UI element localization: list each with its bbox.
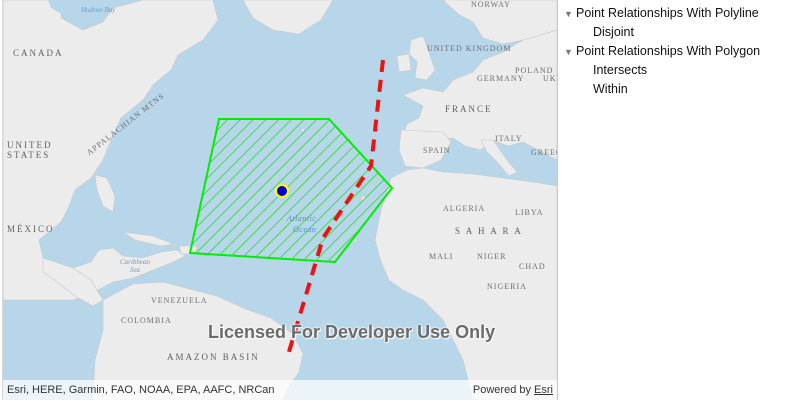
map-label-caribbean: Caribbean Sea	[120, 258, 150, 274]
map-label-sahara: S A H A R A	[455, 226, 523, 236]
expand-arrow-icon[interactable]: ▼	[564, 5, 574, 24]
map-label-spain: SPAIN	[423, 146, 451, 155]
map-label-united: UNITED	[7, 140, 53, 150]
map-label-algeria: ALGERIA	[443, 204, 486, 213]
map-label-norway: NORWAY	[471, 0, 511, 9]
relationship-tree: ▼ Point Relationships With Polyline Disjo…	[564, 4, 790, 99]
tree-leaf-label: Intersects	[593, 63, 648, 77]
map-label-hudson-bay: Hudson Bay	[81, 6, 116, 14]
map-label-canada: CANADA	[13, 48, 64, 58]
map-label-venezuela: VENEZUELA	[151, 296, 208, 305]
map-label-niger: NIGER	[477, 252, 507, 261]
tree-leaf-within[interactable]: Within	[564, 80, 790, 99]
powered-by: Powered by Esri	[473, 384, 553, 396]
powered-by-prefix: Powered by	[472, 384, 535, 396]
developer-watermark: Licensed For Developer Use Only	[208, 322, 496, 342]
map-label-chad: CHAD	[519, 262, 546, 271]
map-label-amazon: AMAZON BASIN	[167, 352, 260, 362]
map-label-libya: LIBYA	[515, 208, 544, 217]
map-label-germany: GERMANY	[477, 74, 525, 83]
map-label-italy: ITALY	[495, 134, 523, 143]
map-attribution-bar: Esri, HERE, Garmin, FAO, NOAA, EPA, AAFC…	[3, 380, 557, 400]
point-graphic	[275, 184, 289, 198]
map-label-nigeria: NIGERIA	[487, 282, 527, 291]
land-ireland	[396, 53, 412, 73]
attribution-credits: Esri, HERE, Garmin, FAO, NOAA, EPA, AAFC…	[7, 384, 275, 396]
esri-link[interactable]: Esri	[534, 384, 553, 396]
tree-node-polyline[interactable]: ▼ Point Relationships With Polyline	[564, 4, 790, 23]
map-label-france: FRANCE	[445, 104, 493, 114]
tree-leaf-disjoint[interactable]: Disjoint	[564, 23, 790, 42]
tree-leaf-label: Within	[593, 82, 628, 96]
app-window: Hudson Bay CANADA UNITED STATES APPALACH…	[0, 0, 792, 402]
tree-node-label: Point Relationships With Polygon	[576, 44, 761, 58]
map-label-mali: MALI	[429, 252, 454, 261]
map-label-uk-text: UNITED KINGDOM	[427, 44, 512, 53]
tree-node-label: Point Relationships With Polyline	[576, 6, 759, 20]
map-label-colombia: COLOMBIA	[121, 316, 172, 325]
map-label-mexico: MÉXICO	[7, 224, 55, 234]
map-label-ocean: Ocean	[293, 225, 317, 234]
tree-leaf-label: Disjoint	[593, 25, 634, 39]
map-label-atlantic: Atlantic	[287, 214, 317, 223]
map-view[interactable]: Hudson Bay CANADA UNITED STATES APPALACH…	[2, 0, 558, 400]
map-label-greece: GREECE	[531, 148, 557, 157]
expand-arrow-icon[interactable]: ▼	[564, 43, 574, 62]
map-label-united-kingdom: UNITED KINGDOM	[427, 44, 511, 53]
tree-leaf-intersects[interactable]: Intersects	[564, 61, 790, 80]
map-label-ukraine: UKR	[543, 74, 557, 83]
tree-node-polygon[interactable]: ▼ Point Relationships With Polygon	[564, 42, 790, 61]
map-label-states: STATES	[7, 150, 51, 160]
